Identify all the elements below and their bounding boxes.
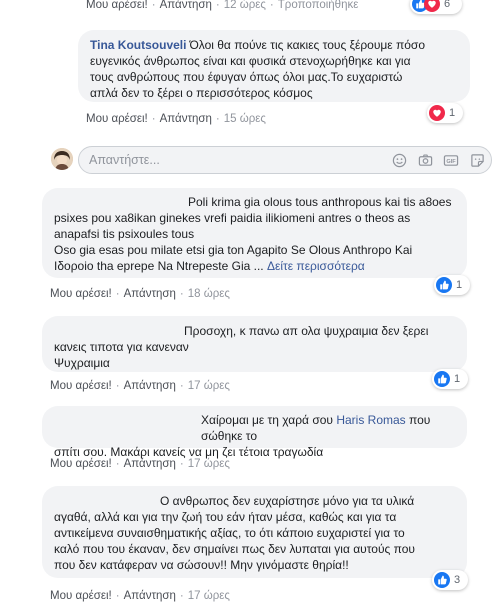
like-link[interactable]: Μου αρέσει! [50,288,112,300]
comment-actions: Μου αρέσει! · Απάντηση · 17 ώρες [50,380,230,392]
edited-label[interactable]: Τροποποιήθηκε [278,0,359,11]
like-reaction-icon [434,371,450,387]
reply-link[interactable]: Απάντηση [124,458,176,470]
comment-actions: Μου αρέσει! · Απάντηση · 15 ώρες [86,113,266,125]
mention-link[interactable]: Haris Romas [336,413,405,427]
comment-text-line: αντικείμενα συναισθηματικής αξίας, το ότ… [54,526,405,540]
sticker-icon[interactable] [469,152,485,168]
comment-timestamp[interactable]: 12 ώρες [224,0,266,11]
comment-timestamp[interactable]: 17 ώρες [188,590,230,602]
comment-bubble: Tina Koutsouveli Όλοι θα πούνε τις κακιες… [78,30,470,102]
comment-text-line: απλά δεν το ξέρει ο περισσότερος κόσμος [90,86,313,100]
comment-text-line: Ο ανθρωπος δεν ευχαρίστησε μόνο για τα υ… [160,494,415,508]
reaction-count: 1 [454,373,461,385]
svg-text:GIF: GIF [446,158,456,164]
comment-text-line: ευγενικός άνθρωπος είναι και φυσικά στεν… [90,54,411,68]
comment-text-line: anapafsi tis psixoules tous [54,227,195,241]
comment-bubble: Poli krima gia olous tous anthropous kai… [42,188,467,278]
reaction-summary[interactable]: 6 [410,0,462,14]
like-reaction-icon [436,277,452,293]
love-reaction-icon [424,0,440,12]
like-link[interactable]: Μου αρέσει! [50,458,112,470]
like-link[interactable]: Μου αρέσει! [50,590,112,602]
comment-timestamp[interactable]: 15 ώρες [224,113,266,125]
comment-text-line: Προσοχη, κ πανω απ ολα ψυχραιμια δεν ξερ… [184,324,429,338]
reaction-count: 6 [444,0,451,10]
comment-actions: Μου αρέσει! · Απάντηση · 12 ώρες · Τροποποιήθη… [86,0,359,11]
comment-actions: Μου αρέσει! · Απάντηση · 18 ώρες [50,288,230,300]
reaction-summary[interactable]: 1 [427,103,463,123]
comment-actions: Μου αρέσει! · Απάντηση · 17 ώρες [50,590,230,602]
avatar[interactable] [51,148,73,170]
reaction-count: 3 [454,574,461,586]
reply-input[interactable] [89,151,369,169]
comment-bubble: Χαίρομαι με τη χαρά σου Haris Romas που … [42,406,467,459]
comment-timestamp[interactable]: 18 ώρες [188,288,230,300]
reaction-count: 1 [456,279,463,291]
love-reaction-icon [429,105,445,121]
reply-link[interactable]: Απάντηση [124,288,176,300]
like-link[interactable]: Μου αρέσει! [86,0,148,11]
comment-text-line: Ψυχραιμια [54,356,110,370]
reply-link[interactable]: Απάντηση [160,0,212,11]
comment-text-line: psixes pou xa8ikan ginekes vrefi paidia … [54,211,411,225]
comment-text-line: κανεις τιποτα για κανεναν [54,340,189,354]
reply-link[interactable]: Απάντηση [124,590,176,602]
reaction-summary[interactable]: 1 [432,369,468,389]
comment-author[interactable]: Tina Koutsouveli [90,38,186,52]
like-reaction-icon [434,572,450,588]
comment-text-line: καλό που του έκαναν, δεν σημαίνει πως δε… [54,542,415,556]
comment-text-line: Χαίρομαι με τη χαρά σου [201,413,333,427]
like-link[interactable]: Μου αρέσει! [86,113,148,125]
reaction-summary[interactable]: 1 [434,275,470,295]
reaction-count: 1 [449,107,456,119]
reaction-summary[interactable]: 3 [432,570,468,590]
gif-icon[interactable]: GIF [443,152,459,168]
comment-text-line: Ιδoροio tha eprepe Na Ntrepeste Gia ... [54,259,264,273]
camera-icon[interactable] [417,152,433,168]
comment-bubble: Ο ανθρωπος δεν ευχαρίστησε μόνο για τα υ… [42,486,467,578]
see-more-link[interactable]: Δείτε περισσότερα [267,259,365,273]
comment-text-line: αγαθά, αλλά και για την ζωή του εάν ήταν… [54,510,397,524]
comment-timestamp[interactable]: 17 ώρες [188,458,230,470]
comment-timestamp[interactable]: 17 ώρες [188,380,230,392]
reply-link[interactable]: Απάντηση [124,380,176,392]
comment-text-line: Poli krima gia olous tous anthropous kai… [188,195,452,209]
comment-text-line: που δεν κατάφεραν να σώσουν!! Μην γινόμα… [54,558,349,572]
comment-bubble: Προσοχη, κ πανω απ ολα ψυχραιμια δεν ξερ… [42,316,467,372]
smiley-icon[interactable] [391,152,407,168]
like-link[interactable]: Μου αρέσει! [50,380,112,392]
comment-text-line: Oso gia esas pou milate etsi gia ton Aga… [54,243,413,257]
comment-actions: Μου αρέσει! · Απάντηση · 17 ώρες [50,458,230,470]
reply-link[interactable]: Απάντηση [160,113,212,125]
reply-composer[interactable]: GIF [78,146,492,174]
comment-text-line: Όλοι θα πούνε τις κακιες τους ξέρουμε πό… [189,38,426,52]
comment-text-line: τους ανθρώπους που έφυγαν όπως όλοι μας.… [90,70,403,84]
